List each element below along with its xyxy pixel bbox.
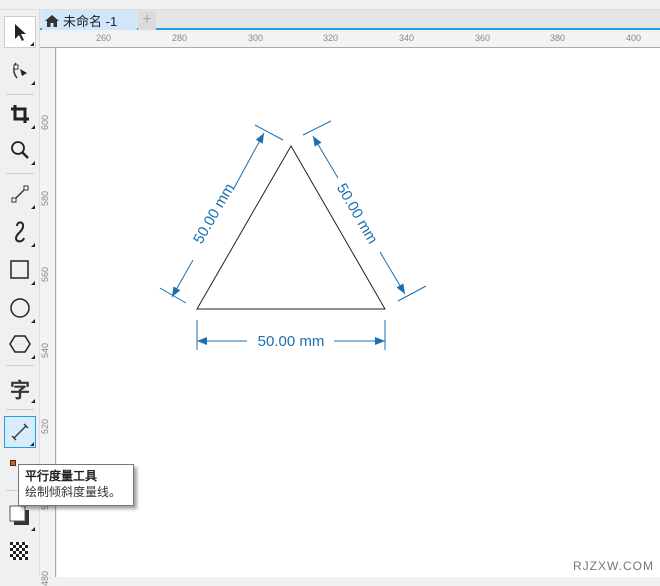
watermark: RJZXW.COM xyxy=(573,559,654,573)
ruler-label: 400 xyxy=(626,33,642,43)
left-dimension-label: 50.00 mm xyxy=(190,181,238,247)
tool-tooltip: 平行度量工具 绘制倾斜度量线。 xyxy=(18,464,134,506)
transparency-tool[interactable] xyxy=(4,536,36,568)
tooltip-title: 平行度量工具 xyxy=(25,469,98,483)
tooltip-description: 绘制倾斜度量线。 xyxy=(25,485,122,499)
bottom-dimension-label: 50.00 mm xyxy=(258,333,325,350)
ruler-label: 480 xyxy=(40,570,50,586)
right-dimension-label: 50.00 mm xyxy=(333,181,381,247)
checkerboard-icon xyxy=(10,542,28,560)
drawing-canvas[interactable]: 50.00 mm 50.00 mm 50.00 mm xyxy=(57,48,660,577)
